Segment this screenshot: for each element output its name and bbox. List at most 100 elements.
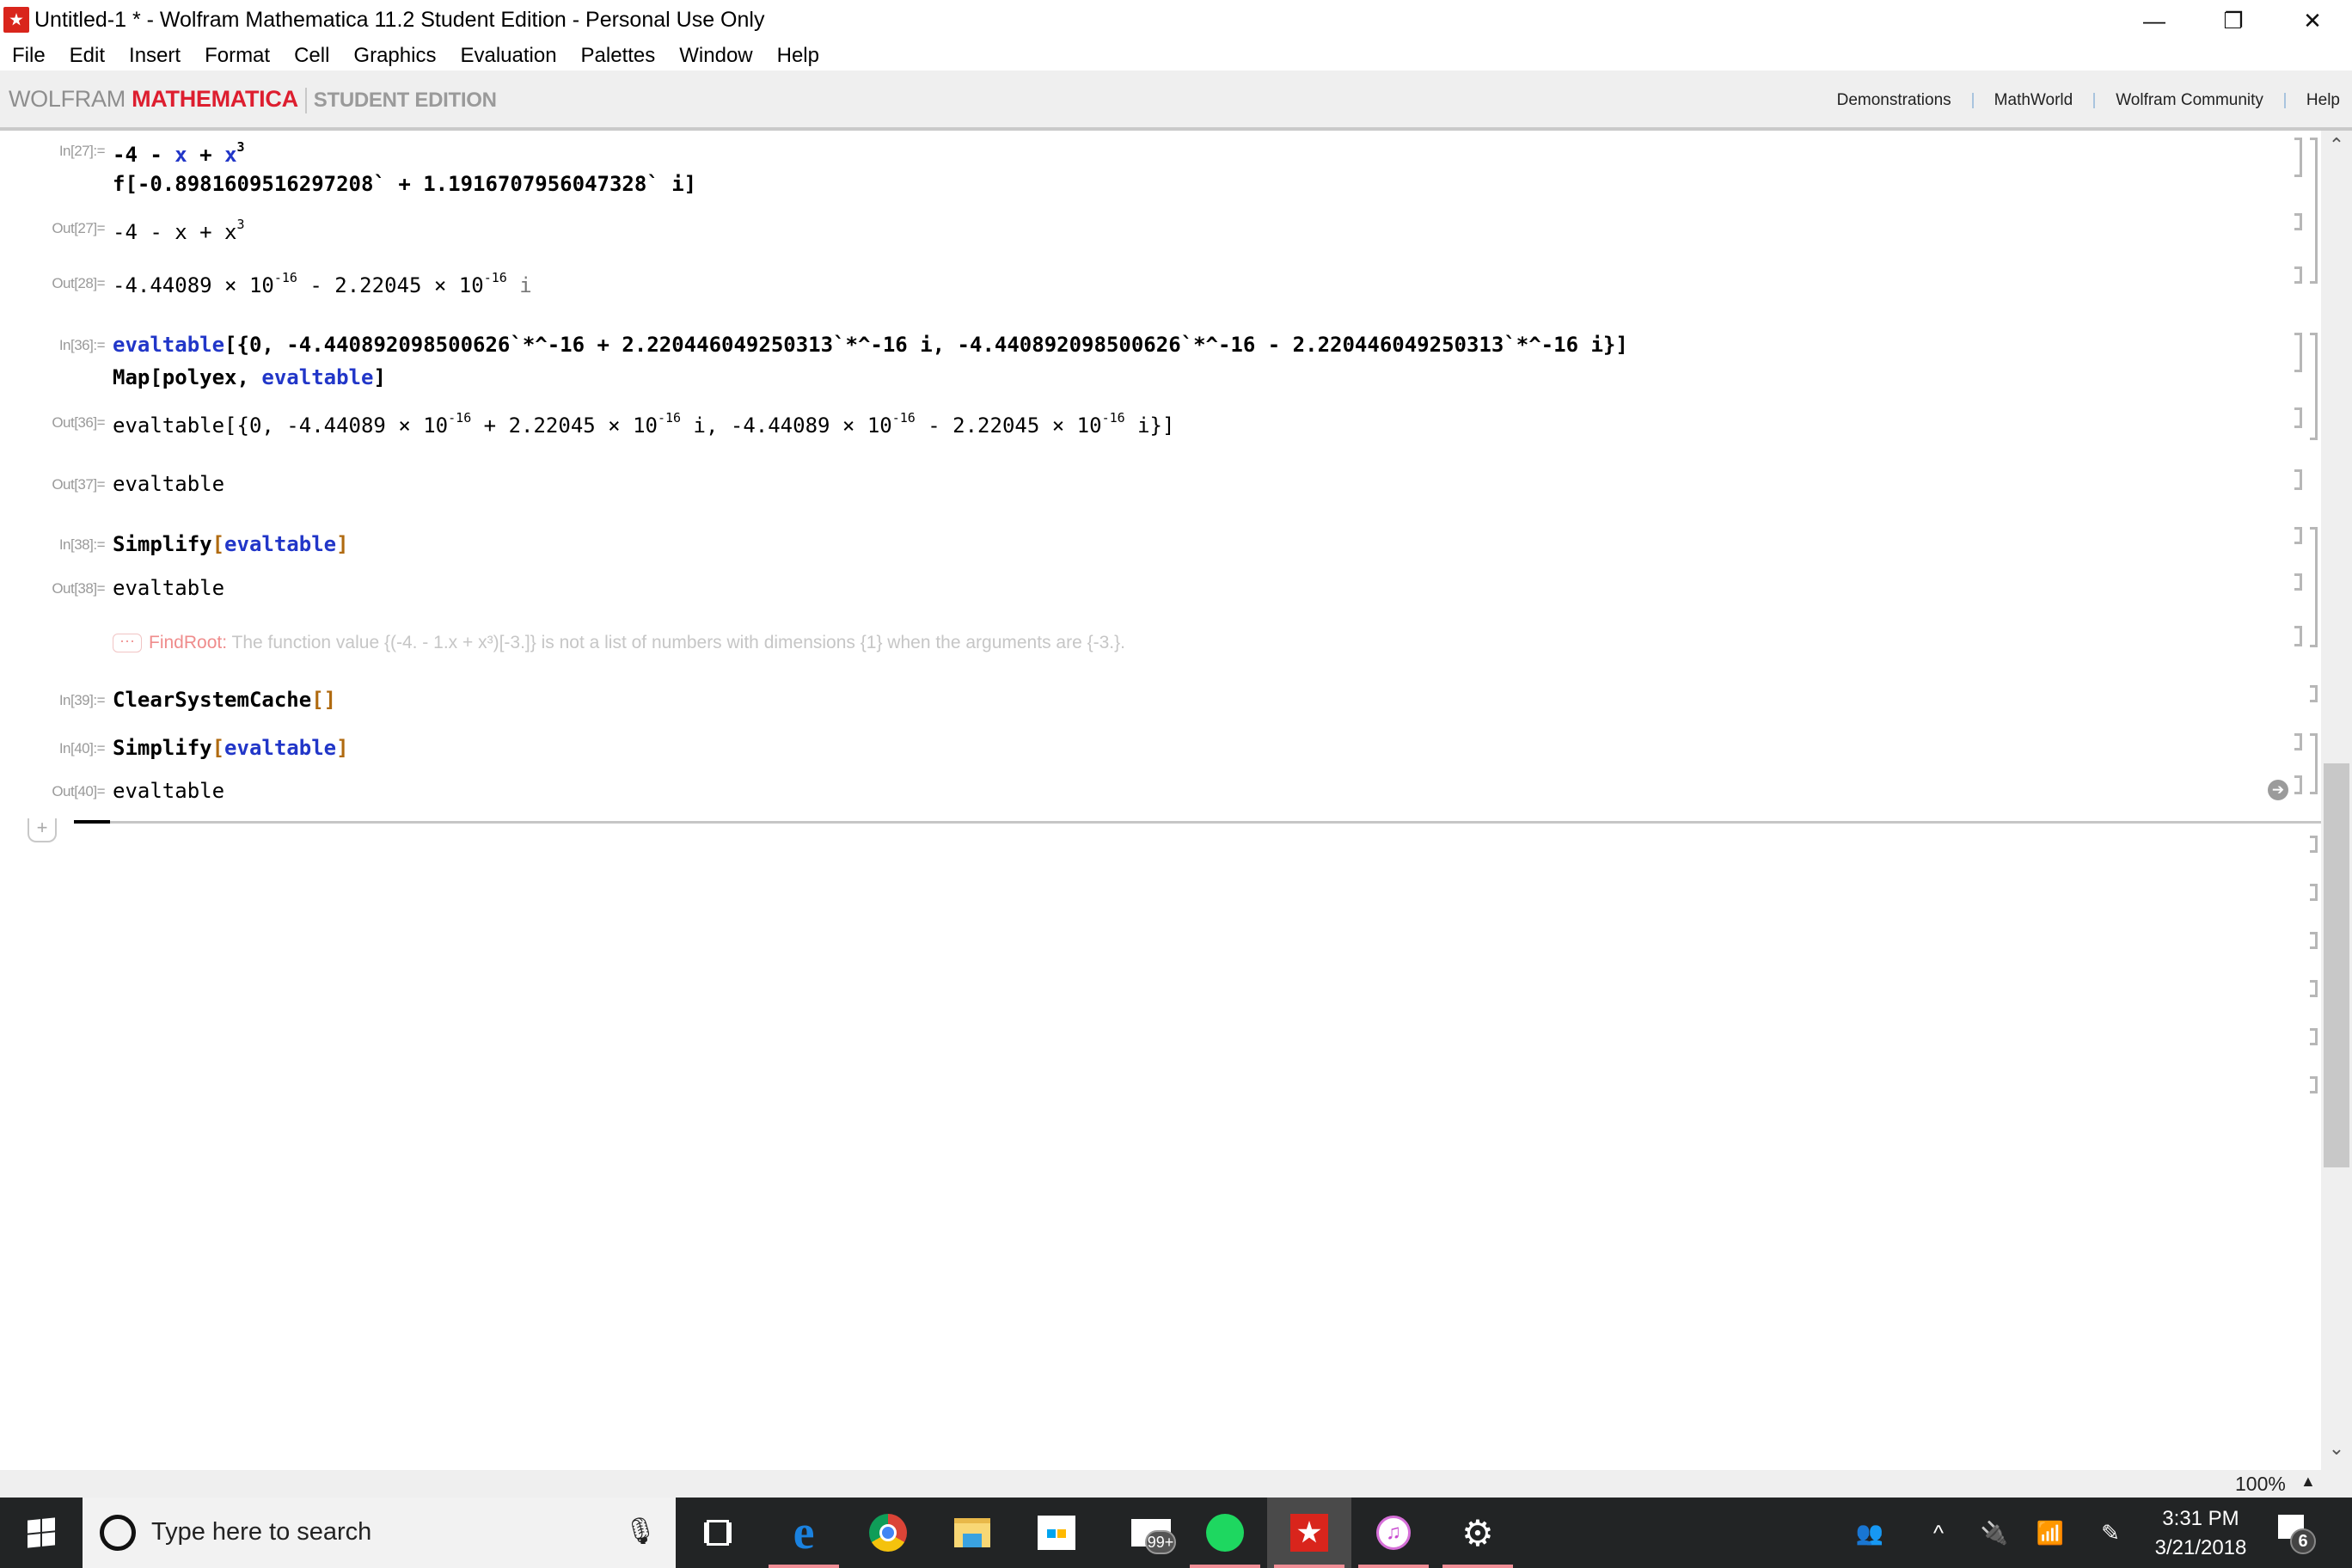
menu-insert[interactable]: Insert [129,41,181,70]
vertical-scrollbar[interactable]: ⌃ ⌄ [2321,131,2352,1470]
out38-label: Out[38]= [52,580,105,597]
taskbar-chrome[interactable] [846,1498,930,1568]
menu-help[interactable]: Help [777,41,819,70]
zoom-menu-icon[interactable]: ▲ [2300,1473,2316,1491]
notification-count: 6 [2290,1528,2316,1554]
menu-cell[interactable]: Cell [294,41,329,70]
close-button[interactable]: ✕ [2273,0,2352,41]
taskbar-mail[interactable]: 99+ [1109,1498,1193,1568]
scroll-thumb[interactable] [2324,763,2349,1167]
cortana-icon [100,1515,136,1551]
in36-input-line2[interactable]: Map[polyex, evaltable] [113,365,386,389]
cell-bracket[interactable] [2310,685,2318,702]
scroll-down-icon[interactable]: ⌄ [2321,1437,2352,1463]
people-icon[interactable]: 👥 [1848,1498,1891,1568]
menu-edit[interactable]: Edit [70,41,105,70]
menu-graphics[interactable]: Graphics [353,41,436,70]
menu-palettes[interactable]: Palettes [581,41,656,70]
show-hidden-icons-chevron[interactable]: ^ [1917,1498,1960,1568]
link-help[interactable]: Help [2306,91,2340,110]
taskbar-itunes[interactable]: ♫ [1351,1498,1436,1568]
cell-bracket[interactable] [2294,527,2302,544]
cell-bracket[interactable] [2294,626,2302,646]
in40-head: Simplify [113,736,212,760]
brand-wolfram: WOLFRAM [9,86,126,112]
brand-edition: STUDENT EDITION [313,89,497,112]
link-mathworld[interactable]: MathWorld [1994,91,2073,110]
cell-bracket[interactable] [2310,836,2318,853]
cell-bracket[interactable] [2310,1076,2318,1093]
battery-charging-icon[interactable]: 🔌 [1969,1498,2020,1568]
in27-input-line1[interactable]: -4 - x + x3 [113,139,245,167]
message-menu-button[interactable]: ··· [113,633,142,653]
out36-e3: -16 [891,410,916,426]
in40-label: In[40]:= [58,740,106,756]
out28-label: Out[28]= [52,275,105,291]
search-placeholder[interactable]: Type here to search [151,1518,371,1547]
cell-bracket[interactable] [2294,733,2302,750]
link-wolfram-community[interactable]: Wolfram Community [2116,91,2263,110]
group-bracket[interactable] [2310,333,2318,440]
cell-bracket[interactable] [2294,775,2302,794]
taskbar-settings[interactable]: ⚙ [1436,1498,1520,1568]
in40-close: ] [336,736,349,760]
pen-workspace-icon[interactable]: ✎ [2089,1498,2132,1568]
clock-time: 3:31 PM [2162,1507,2239,1530]
in27-input-line2[interactable]: f[-0.8981609516297208` + 1.1916707956047… [113,172,696,196]
cell-bracket[interactable] [2294,573,2302,591]
cell-bracket[interactable] [2294,266,2302,284]
cell-bracket[interactable] [2294,213,2302,230]
menu-format[interactable]: Format [205,41,270,70]
cell-bracket[interactable] [2310,980,2318,997]
link-demonstrations[interactable]: Demonstrations [1837,91,1951,110]
out28-e1: -16 [273,270,297,285]
in39-input[interactable]: ClearSystemCache[] [113,688,336,712]
group-bracket[interactable] [2310,527,2318,647]
out27-text: -4 - x + x [113,220,237,244]
system-clock[interactable]: 3:31 PM 3/21/2018 [2132,1504,2269,1563]
taskbar-search[interactable]: Type here to search 🎙 [83,1498,676,1568]
out36-p3: i, -4.44089 × 10 [681,413,892,438]
cell-bracket[interactable] [2310,932,2318,949]
taskbar-spotify[interactable] [1183,1498,1267,1568]
menu-evaluation[interactable]: Evaluation [460,41,556,70]
evaluation-arrow-icon[interactable]: ➔ [2268,780,2288,800]
scroll-up-icon[interactable]: ⌃ [2321,134,2352,160]
restore-button[interactable]: ❐ [2194,0,2273,41]
task-view-button[interactable] [676,1498,760,1568]
cell-bracket[interactable] [2310,884,2318,901]
microphone-icon[interactable]: 🎙 [624,1516,657,1547]
in36-input-line1[interactable]: evaltable[{0, -4.440892098500626`*^-16 +… [113,333,1628,357]
in40-input[interactable]: Simplify[evaltable] [113,736,349,760]
windows-logo-icon [28,1517,55,1548]
group-bracket[interactable] [2310,138,2318,284]
cell-bracket[interactable] [2310,1028,2318,1045]
in27-a: -4 - [113,143,175,167]
message-tag[interactable]: FindRoot: [149,633,227,652]
menu-file[interactable]: File [12,41,46,70]
notebook-area[interactable]: In[27]:= -4 - x + x3 f[-0.89816095162972… [0,131,2321,1470]
in36-body: [{0, -4.440892098500626`*^-16 + 2.220446… [224,333,1628,357]
taskbar-edge[interactable]: e [762,1498,846,1568]
zoom-level[interactable]: 100% [2235,1473,2286,1496]
group-bracket[interactable] [2310,733,2318,794]
add-cell-button[interactable]: + [28,818,57,842]
brand-mathematica: MATHEMATICA [132,86,298,112]
cell-insertion-line [74,821,2321,824]
cell-bracket[interactable] [2294,138,2302,177]
wifi-icon[interactable]: 📶 [2029,1498,2072,1568]
out28-m2: - 2.22045 × 10 [297,273,484,297]
in39-head: ClearSystemCache [113,688,312,712]
cell-bracket[interactable] [2294,333,2302,372]
cell-bracket[interactable] [2294,407,2302,428]
taskbar-file-explorer[interactable] [930,1498,1014,1568]
taskbar-store[interactable] [1014,1498,1099,1568]
cell-bracket[interactable] [2294,469,2302,490]
link-divider [1971,93,1974,108]
in38-input[interactable]: Simplify[evaltable] [113,532,349,556]
action-center-button[interactable]: 6 [2278,1515,2316,1554]
menu-window[interactable]: Window [679,41,752,70]
minimize-button[interactable]: — [2115,0,2194,41]
taskbar-mathematica[interactable] [1267,1498,1351,1568]
start-button[interactable] [0,1498,83,1568]
